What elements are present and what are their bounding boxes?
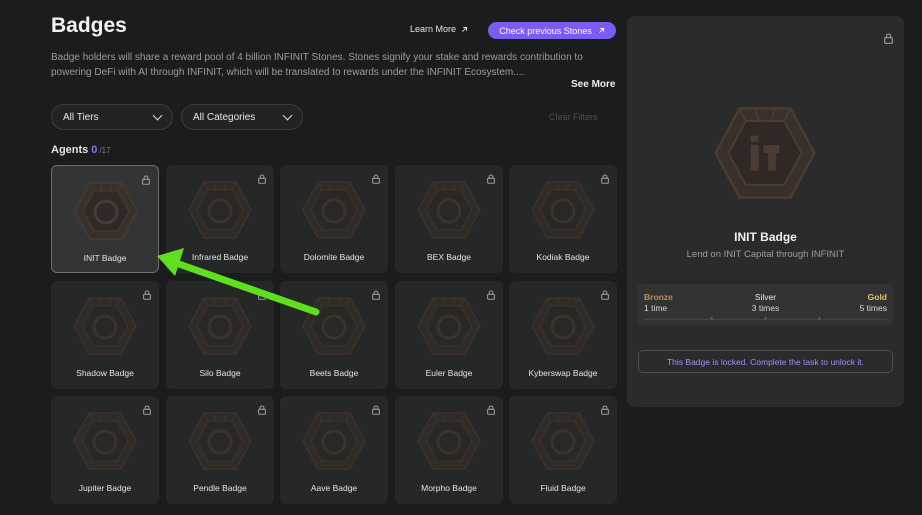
badge-label: BEX Badge [427, 252, 471, 262]
bex-icon [417, 181, 481, 239]
categories-dropdown[interactable]: All Categories [181, 104, 303, 130]
badge-card[interactable]: BEX Badge [395, 165, 503, 273]
badge-label: Fluid Badge [540, 483, 586, 493]
pendle-icon [188, 412, 252, 470]
badge-card[interactable]: Shadow Badge [51, 281, 159, 389]
tier-value: 5 times [859, 303, 887, 313]
lock-icon [884, 33, 893, 44]
badge-card[interactable]: Pendle Badge [166, 396, 274, 504]
badge-card[interactable]: Dolomite Badge [280, 165, 388, 273]
dolomite-icon [302, 181, 366, 239]
lock-icon [258, 405, 266, 415]
lock-icon [143, 405, 151, 415]
external-arrow-icon [598, 27, 604, 33]
tier-progress-dot [764, 317, 767, 320]
badge-label: Shadow Badge [76, 368, 134, 378]
init-icon [74, 182, 138, 240]
fluid-icon [531, 412, 595, 470]
badge-detail-panel: INIT Badge Lend on INIT Capital through … [627, 16, 904, 407]
badge-label: Infrared Badge [191, 252, 249, 262]
lock-icon [372, 290, 380, 300]
badge-card[interactable]: Euler Badge [395, 281, 503, 389]
badge-card[interactable]: INIT Badge [51, 165, 159, 273]
infrared-icon [188, 181, 252, 239]
lock-icon [142, 175, 150, 185]
tier-silver: Silver 3 times [638, 292, 893, 314]
badge-card[interactable]: Silo Badge [166, 281, 274, 389]
badge-card[interactable]: Beets Badge [280, 281, 388, 389]
locked-message: This Badge is locked. Complete the task … [638, 350, 893, 373]
tiers-dropdown[interactable]: All Tiers [51, 104, 173, 130]
badge-label: Dolomite Badge [303, 252, 365, 262]
badge-label: Kodiak Badge [536, 252, 590, 262]
lock-icon [601, 405, 609, 415]
badge-label: Euler Badge [425, 368, 473, 378]
euler-icon [417, 297, 481, 355]
badge-label: Morpho Badge [421, 483, 477, 493]
lock-icon [487, 290, 495, 300]
check-previous-label: Check previous Stones [499, 25, 592, 36]
lock-icon [487, 405, 495, 415]
lock-icon [258, 174, 266, 184]
badge-label: Beets Badge [309, 368, 359, 378]
badge-card[interactable]: Fluid Badge [509, 396, 617, 504]
lock-icon [258, 290, 266, 300]
tier-requirements: Bronze 1 time Silver 3 times Gold 5 time… [638, 284, 893, 326]
page-title: Badges [51, 14, 127, 37]
chevron-down-icon [282, 110, 293, 121]
tiers-dropdown-label: All Tiers [63, 111, 99, 123]
detail-title: INIT Badge [734, 230, 797, 244]
aave-icon [302, 412, 366, 470]
badge-label: Jupiter Badge [78, 483, 132, 493]
badge-card[interactable]: Aave Badge [280, 396, 388, 504]
tier-name: Gold [867, 292, 887, 302]
badge-label: Pendle Badge [193, 483, 247, 493]
lock-icon [487, 174, 495, 184]
categories-dropdown-label: All Categories [193, 111, 256, 123]
tier-name: Silver [754, 292, 777, 302]
badge-label: Aave Badge [310, 483, 358, 493]
badge-label: Silo Badge [199, 368, 241, 378]
beets-icon [302, 297, 366, 355]
badge-card[interactable]: Infrared Badge [166, 165, 274, 273]
lock-icon [143, 290, 151, 300]
tier-gold: Gold 5 times [860, 292, 887, 314]
chevron-down-icon [152, 110, 163, 121]
tier-value: 3 times [751, 303, 780, 313]
lock-icon [372, 174, 380, 184]
description-text: Badge holders will share a reward pool o… [51, 52, 583, 78]
jupiter-icon [73, 412, 137, 470]
kodiak-icon [531, 181, 595, 239]
section-title: Agents [51, 144, 89, 156]
silo-icon [188, 297, 252, 355]
section-total: /17 [99, 146, 111, 155]
badge-label: INIT Badge [83, 253, 127, 263]
section-count: 0 [91, 144, 98, 156]
check-previous-stones-button[interactable]: Check previous Stones [488, 22, 616, 39]
lock-icon [601, 174, 609, 184]
tier-progress-dot [710, 317, 713, 320]
badge-label: Kyberswap Badge [528, 368, 598, 378]
init-badge-large-icon [714, 107, 816, 199]
badge-card[interactable]: Kyberswap Badge [509, 281, 617, 389]
lock-icon [372, 405, 380, 415]
morpho-icon [417, 412, 481, 470]
learn-more-label: Learn More [410, 24, 457, 34]
detail-subtitle: Lend on INIT Capital through INFINIT [686, 249, 845, 260]
badge-card[interactable]: Jupiter Badge [51, 396, 159, 504]
clear-filters-button[interactable]: Clear Filters [549, 112, 598, 122]
learn-more-link[interactable]: Learn More [410, 24, 468, 34]
badge-card[interactable]: Kodiak Badge [509, 165, 617, 273]
kyberswap-icon [531, 297, 595, 355]
lock-icon [601, 290, 609, 300]
tier-progress-dot [818, 317, 821, 320]
see-more-link[interactable]: See More [571, 79, 615, 90]
external-arrow-icon [462, 26, 468, 32]
badge-card[interactable]: Morpho Badge [395, 396, 503, 504]
shadow-icon [73, 297, 137, 355]
section-heading: Agents 0/17 [51, 144, 111, 156]
